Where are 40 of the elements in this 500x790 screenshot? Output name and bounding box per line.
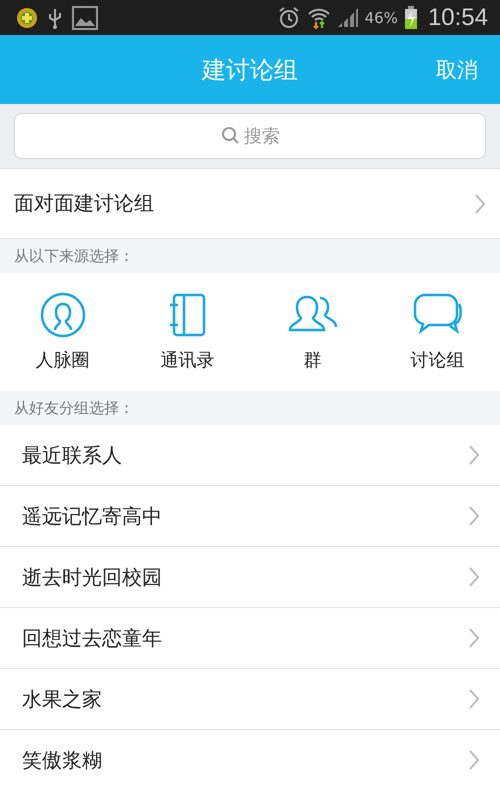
row-label: 水果之家 [22, 686, 102, 712]
app-icon [16, 6, 38, 28]
group-row[interactable]: 逝去时光回校园 [0, 547, 500, 608]
group-row[interactable]: 遥远记忆寄高中 [0, 486, 500, 547]
image-icon [72, 6, 98, 30]
search-icon [220, 126, 240, 146]
chevron-icon [468, 749, 480, 771]
usb-icon [48, 6, 62, 28]
chevron-icon [468, 505, 480, 527]
clock: 10:54 [428, 4, 488, 32]
group-row[interactable]: 水果之家 [0, 669, 500, 730]
group-row[interactable]: 笑傲浆糊 [0, 730, 500, 790]
source-item[interactable]: 群 [250, 292, 375, 372]
notebook-icon [168, 292, 208, 338]
person-circle-icon [40, 292, 86, 338]
row-label: 面对面建讨论组 [14, 190, 154, 217]
search-field[interactable]: 搜索 [14, 113, 486, 159]
chevron-icon [468, 688, 480, 710]
battery-charging-icon [404, 6, 418, 30]
alarm-icon [276, 6, 301, 30]
row-label: 笑傲浆糊 [22, 746, 102, 774]
row-label: 逝去时光回校园 [22, 564, 162, 590]
source-item[interactable]: 讨论组 [375, 292, 500, 372]
page-title: 建讨论组 [202, 54, 298, 86]
source-item[interactable]: 人脉圈 [0, 292, 125, 372]
group-row[interactable]: 最近联系人 [0, 425, 500, 486]
section-heading: 从好友分组选择： [14, 398, 134, 418]
row-label: 回想过去恋童年 [22, 624, 162, 652]
chevron-icon [474, 192, 486, 214]
chevron-icon [468, 627, 480, 649]
group-row[interactable]: 回想过去恋童年 [0, 608, 500, 669]
row-label: 遥远记忆寄高中 [22, 502, 162, 530]
chevron-icon [468, 566, 480, 588]
row-label: 最近联系人 [22, 442, 122, 468]
signal-icon [336, 8, 359, 28]
chevron-icon [468, 444, 480, 466]
battery-percent: 46% [364, 8, 398, 26]
source-item[interactable]: 通讯录 [125, 292, 250, 372]
face-to-face-row[interactable]: 面对面建讨论组 [0, 169, 500, 239]
section-heading: 从以下来源选择： [14, 246, 134, 266]
